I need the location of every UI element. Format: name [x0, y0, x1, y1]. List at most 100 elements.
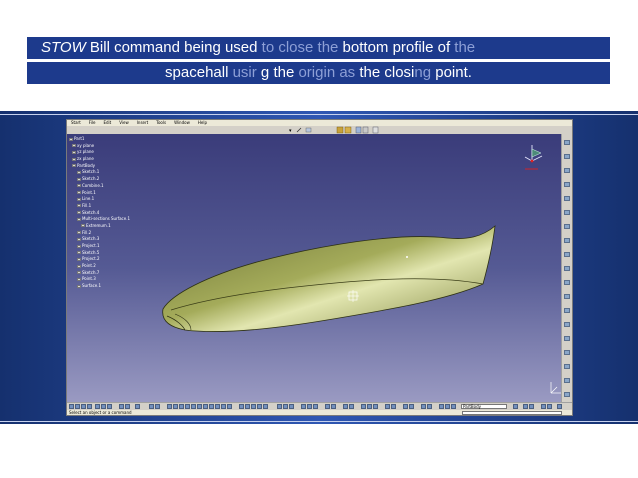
caption-faded-text: ng	[414, 64, 432, 81]
intersection-icon[interactable]	[251, 404, 256, 409]
offset-icon[interactable]	[263, 404, 268, 409]
section-icon[interactable]	[541, 404, 546, 409]
status-message: Select an object or a command	[69, 410, 132, 415]
connect-icon[interactable]	[373, 404, 378, 409]
law-icon[interactable]	[385, 404, 390, 409]
caption-text: g the	[256, 64, 299, 81]
extract-icon[interactable]	[245, 404, 250, 409]
define-work-object-icon[interactable]	[451, 404, 456, 409]
fit-all-icon[interactable]	[173, 404, 178, 409]
iso-view-icon[interactable]	[209, 404, 214, 409]
analysis-icon[interactable]	[361, 404, 366, 409]
catalog-icon[interactable]	[409, 404, 414, 409]
point-tool-icon[interactable]	[564, 154, 570, 159]
3d-viewport[interactable]: Part1 xy plane yz plane zx plane PartBod…	[67, 134, 564, 402]
slide-divider-bottom	[0, 421, 638, 422]
curvature-icon[interactable]	[367, 404, 372, 409]
filter-icon[interactable]	[427, 404, 432, 409]
constraint-icon[interactable]	[155, 404, 160, 409]
disassemble-icon[interactable]	[289, 404, 294, 409]
snap-point-icon[interactable]	[445, 404, 450, 409]
explode-icon[interactable]	[547, 404, 552, 409]
snap-icon[interactable]	[305, 127, 312, 133]
axis-icon[interactable]	[313, 404, 318, 409]
hull-surface[interactable]	[162, 225, 496, 332]
select-icon[interactable]	[421, 404, 426, 409]
law-tool-icon[interactable]	[564, 392, 570, 397]
copy-icon[interactable]	[101, 404, 106, 409]
paste-icon[interactable]	[107, 404, 112, 409]
scene-icon[interactable]	[523, 404, 528, 409]
spacehall-model[interactable]	[67, 134, 564, 402]
hide-show-icon[interactable]	[221, 404, 226, 409]
options-icon[interactable]	[372, 126, 379, 134]
revolve-tool-icon[interactable]	[564, 210, 570, 215]
library-icon[interactable]	[344, 126, 352, 134]
caption-text: Bill command being used	[85, 39, 262, 56]
caption-faded-text: to close the	[261, 39, 339, 56]
point-marker[interactable]	[406, 256, 408, 258]
help-icon[interactable]	[557, 404, 562, 409]
fill-tool-icon[interactable]	[564, 238, 570, 243]
pan-icon[interactable]	[179, 404, 184, 409]
symmetry-tool-icon[interactable]	[564, 364, 570, 369]
line-tool-icon[interactable]	[296, 127, 302, 133]
measure-item-icon[interactable]	[331, 404, 336, 409]
lights-icon[interactable]	[529, 404, 534, 409]
catia-window: Start File Edit View Insert Tools Window…	[66, 119, 573, 416]
render-icon[interactable]	[349, 404, 354, 409]
redo-icon[interactable]	[125, 404, 130, 409]
fillet-tool-icon[interactable]	[564, 322, 570, 327]
extrapolate-tool-icon[interactable]	[564, 378, 570, 383]
boundary-icon[interactable]	[239, 404, 244, 409]
projection-icon[interactable]	[257, 404, 262, 409]
command-input[interactable]	[462, 411, 562, 415]
heal-icon[interactable]	[283, 404, 288, 409]
power-copy-icon[interactable]	[403, 404, 408, 409]
rotate-tool-icon[interactable]	[564, 350, 570, 355]
grid-icon[interactable]	[301, 404, 306, 409]
join-tool-icon[interactable]	[564, 280, 570, 285]
translate-tool-icon[interactable]	[564, 336, 570, 341]
work-on-support-icon[interactable]	[439, 404, 444, 409]
catalog-icon[interactable]	[336, 126, 344, 134]
cut-icon[interactable]	[95, 404, 100, 409]
top-toolbar-icons: ▾	[289, 126, 379, 134]
caption-italic-word: STOW	[41, 39, 86, 56]
normal-view-icon[interactable]	[203, 404, 208, 409]
shading-icon[interactable]	[215, 404, 220, 409]
caption-text: bottom profile of	[338, 39, 455, 56]
measure-icon[interactable]	[355, 126, 362, 134]
new-icon[interactable]	[69, 404, 74, 409]
body-selector[interactable]: PartBody	[461, 404, 507, 409]
plane-tool-icon[interactable]	[564, 182, 570, 187]
analysis-icon[interactable]	[362, 126, 369, 134]
combo-arrow-icon[interactable]	[513, 404, 518, 409]
swap-space-icon[interactable]	[227, 404, 232, 409]
undo-icon[interactable]	[119, 404, 124, 409]
print-icon[interactable]	[87, 404, 92, 409]
right-toolbar	[561, 134, 572, 402]
save-icon[interactable]	[81, 404, 86, 409]
split-tool-icon[interactable]	[564, 294, 570, 299]
trim-tool-icon[interactable]	[564, 308, 570, 313]
measure-between-icon[interactable]	[325, 404, 330, 409]
zoom-in-icon[interactable]	[191, 404, 196, 409]
loft-tool-icon[interactable]	[564, 252, 570, 257]
workbench-icon[interactable]	[307, 404, 312, 409]
boolean-icon[interactable]	[277, 404, 282, 409]
origin-marker-icon[interactable]	[347, 290, 359, 302]
fly-icon[interactable]	[167, 404, 172, 409]
update-icon[interactable]	[135, 404, 140, 409]
extrude-tool-icon[interactable]	[564, 196, 570, 201]
sketcher-icon[interactable]	[149, 404, 154, 409]
rotate-view-icon[interactable]	[185, 404, 190, 409]
line-tool-icon[interactable]	[564, 168, 570, 173]
blend-tool-icon[interactable]	[564, 266, 570, 271]
apply-material-icon[interactable]	[343, 404, 348, 409]
open-icon[interactable]	[75, 404, 80, 409]
zoom-out-icon[interactable]	[197, 404, 202, 409]
sweep-tool-icon[interactable]	[564, 224, 570, 229]
sketch-tool-icon[interactable]	[564, 140, 570, 145]
knowledge-icon[interactable]	[391, 404, 396, 409]
